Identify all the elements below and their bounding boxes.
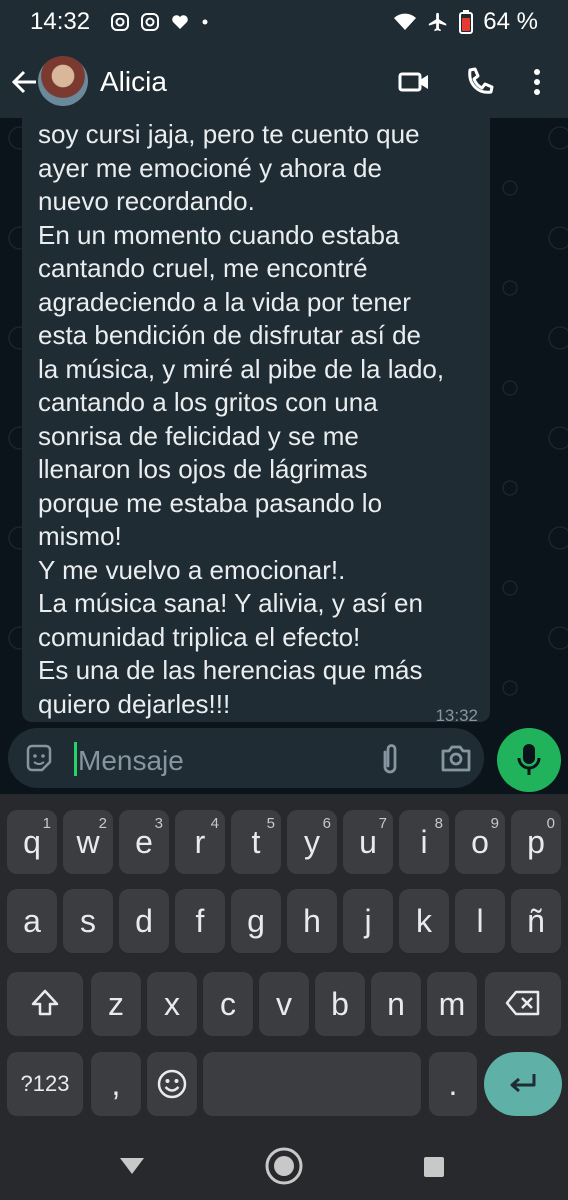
key-hint: 7 [378, 815, 387, 832]
avatar[interactable] [38, 56, 88, 106]
phone-icon[interactable] [464, 64, 494, 100]
nav-back-icon[interactable] [118, 1156, 146, 1176]
key-hint: 0 [546, 815, 555, 832]
keyboard: 1q2w3e4r5t6y7u8i9o0p asdfghjklñ zxcvbnm … [0, 794, 568, 1130]
key-m[interactable]: m [427, 972, 477, 1036]
status-time: 14:32 [30, 8, 91, 35]
emoji-key[interactable] [147, 1052, 197, 1116]
key-label: w [76, 824, 100, 860]
key-hint: 2 [98, 815, 107, 832]
message-placeholder: Mensaje [78, 745, 184, 776]
heart-icon [172, 15, 188, 29]
dot-icon [202, 19, 208, 25]
key-label: y [304, 824, 320, 860]
key-q[interactable]: 1q [7, 810, 57, 874]
key-label: o [471, 824, 489, 860]
key-z[interactable]: z [91, 972, 141, 1036]
key-hint: 4 [210, 815, 219, 832]
key-hint: 3 [154, 815, 163, 832]
key-t[interactable]: 5t [231, 810, 281, 874]
symbols-key[interactable]: ?123 [7, 1052, 83, 1116]
space-key[interactable] [203, 1052, 421, 1116]
enter-key[interactable] [484, 1052, 562, 1116]
key-y[interactable]: 6y [287, 810, 337, 874]
key-x[interactable]: x [147, 972, 197, 1036]
emoji-icon [157, 1069, 187, 1099]
backspace-key[interactable] [485, 972, 561, 1036]
wifi-icon [394, 13, 417, 30]
key-k[interactable]: k [399, 889, 449, 953]
system-status: 64 % [393, 8, 538, 36]
key-hint: 9 [490, 815, 499, 832]
key-label: r [194, 824, 206, 860]
battery-percent: 64 % [483, 8, 538, 35]
key-j[interactable]: j [343, 889, 393, 953]
key-label: q [23, 824, 41, 860]
key-o[interactable]: 9o [455, 810, 505, 874]
key-hint: 6 [322, 815, 331, 832]
status-bar: 14:32 64 % [0, 0, 568, 46]
nav-home-icon[interactable] [264, 1146, 304, 1186]
system-nav-bar [0, 1130, 568, 1200]
message-text: soy cursi jaja, pero te cuento que ayer … [38, 119, 445, 719]
mic-icon [517, 744, 541, 775]
key-hint: 5 [266, 815, 275, 832]
contact-name[interactable]: Alicia [100, 66, 167, 98]
key-g[interactable]: g [231, 889, 281, 953]
key-label: e [135, 824, 153, 860]
backspace-icon [505, 990, 540, 1016]
attach-icon[interactable] [378, 742, 402, 776]
more-vert-icon[interactable] [530, 64, 544, 100]
key-label: p [527, 824, 545, 860]
airplane-icon [429, 12, 447, 32]
key-i[interactable]: 8i [399, 810, 449, 874]
chat-header: Alicia [0, 46, 568, 118]
key-f[interactable]: f [175, 889, 225, 953]
key-a[interactable]: a [7, 889, 57, 953]
key-p[interactable]: 0p [511, 810, 561, 874]
chat-area[interactable]: soy cursi jaja, pero te cuento que ayer … [0, 118, 568, 722]
key-ñ[interactable]: ñ [511, 889, 561, 953]
key-w[interactable]: 2w [63, 810, 113, 874]
notification-icons [110, 12, 210, 32]
key-label: u [359, 824, 377, 860]
instagram-icon [111, 13, 129, 31]
period-key[interactable]: . [429, 1052, 477, 1116]
composer: Mensaje [0, 722, 568, 794]
shift-key[interactable] [7, 972, 83, 1036]
instagram-icon [141, 13, 159, 31]
key-s[interactable]: s [63, 889, 113, 953]
key-r[interactable]: 4r [175, 810, 225, 874]
enter-icon [510, 1074, 536, 1093]
key-l[interactable]: l [455, 889, 505, 953]
sticker-icon[interactable] [24, 744, 54, 774]
key-b[interactable]: b [315, 972, 365, 1036]
key-u[interactable]: 7u [343, 810, 393, 874]
camera-icon[interactable] [440, 743, 472, 773]
key-d[interactable]: d [119, 889, 169, 953]
text-caret [74, 742, 77, 776]
video-call-icon[interactable] [398, 64, 430, 100]
key-n[interactable]: n [371, 972, 421, 1036]
nav-recents-icon[interactable] [424, 1157, 444, 1177]
key-hint: 8 [434, 815, 443, 832]
key-v[interactable]: v [259, 972, 309, 1036]
message-bubble[interactable]: soy cursi jaja, pero te cuento que ayer … [22, 118, 490, 722]
key-e[interactable]: 3e [119, 810, 169, 874]
shift-icon [31, 989, 59, 1016]
mic-button[interactable] [497, 728, 561, 792]
key-label: t [251, 824, 261, 860]
battery-icon [459, 10, 474, 34]
back-arrow-icon[interactable] [10, 64, 38, 100]
key-label: i [420, 824, 428, 860]
message-input[interactable]: Mensaje [8, 728, 484, 788]
message-time: 13:32 [435, 706, 478, 722]
key-hint: 1 [42, 815, 51, 832]
key-h[interactable]: h [287, 889, 337, 953]
comma-key[interactable]: , [91, 1052, 141, 1116]
key-c[interactable]: c [203, 972, 253, 1036]
